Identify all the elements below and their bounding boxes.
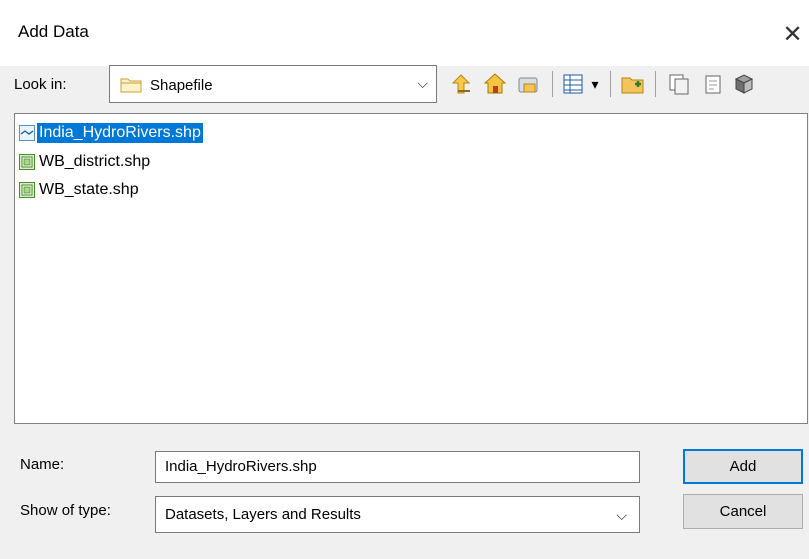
cancel-button[interactable]: Cancel <box>683 494 803 529</box>
dialog-title: Add Data <box>18 22 89 41</box>
show-of-type-value: Datasets, Layers and Results <box>165 506 361 523</box>
polygon-shapefile-icon <box>19 154 35 170</box>
copy-icon[interactable] <box>666 70 692 98</box>
list-item[interactable]: WB_district.shp <box>19 151 152 173</box>
view-dropdown-chevron-icon[interactable]: ▾ <box>588 70 602 98</box>
list-view-icon[interactable] <box>560 70 586 98</box>
toolbar-separator <box>552 71 553 97</box>
chevron-down-icon: ⌵ <box>616 507 627 523</box>
name-label: Name: <box>20 456 65 473</box>
show-of-type-dropdown[interactable]: Datasets, Layers and Results ⌵ <box>155 496 640 533</box>
list-item[interactable]: India_HydroRivers.shp <box>19 122 203 144</box>
look-in-label: Look in: <box>14 76 67 93</box>
chevron-down-icon: ⌵ <box>417 75 428 91</box>
new-folder-icon[interactable] <box>620 70 646 98</box>
list-item[interactable]: WB_state.shp <box>19 179 141 201</box>
toolbar-separator <box>610 71 611 97</box>
title-bar: Add Data ✕ <box>0 0 809 66</box>
file-name: India_HydroRivers.shp <box>37 123 203 143</box>
up-one-level-icon[interactable] <box>448 70 474 98</box>
show-of-type-label: Show of type: <box>20 502 111 519</box>
add-button[interactable]: Add <box>683 449 803 484</box>
file-list[interactable]: India_HydroRivers.shp WB_district.shp WB… <box>14 113 808 424</box>
folder-icon <box>120 77 142 97</box>
file-name: WB_district.shp <box>39 153 151 170</box>
database-icon[interactable] <box>731 70 757 98</box>
toolbar-separator <box>655 71 656 97</box>
polygon-shapefile-icon <box>19 182 35 198</box>
file-name: WB_state.shp <box>39 181 139 198</box>
connect-to-folder-icon[interactable] <box>515 70 541 98</box>
name-field[interactable]: India_HydroRivers.shp <box>155 451 640 483</box>
line-shapefile-icon <box>19 125 35 141</box>
look-in-dropdown[interactable]: Shapefile ⌵ <box>109 65 437 103</box>
close-icon[interactable]: ✕ <box>776 14 809 54</box>
home-icon[interactable] <box>482 70 508 98</box>
new-item-icon[interactable] <box>700 70 726 98</box>
look-in-value: Shapefile <box>150 77 213 94</box>
